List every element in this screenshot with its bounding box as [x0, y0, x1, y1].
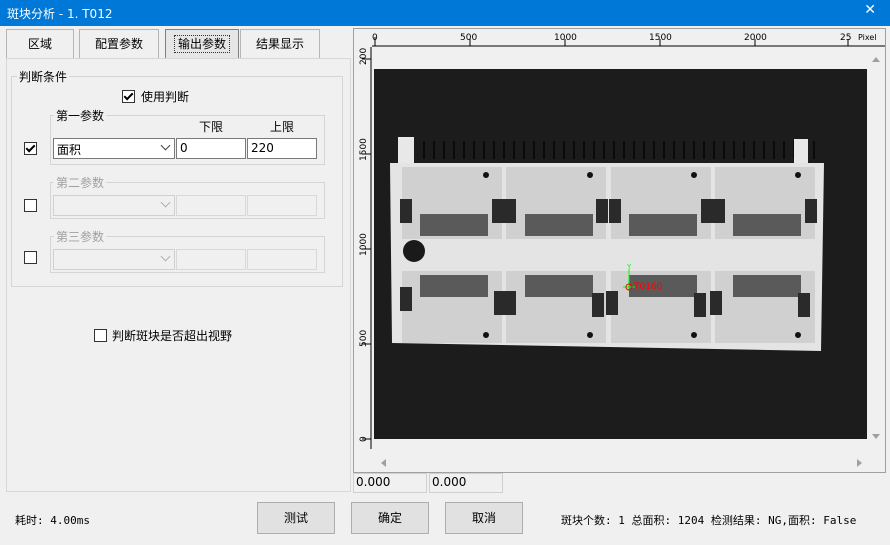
tab-config-label: 配置参数 — [94, 37, 143, 51]
param3-select[interactable] — [53, 249, 175, 270]
tab-result-display[interactable]: 结果显示 — [240, 29, 320, 59]
outside-view-checkbox[interactable] — [94, 329, 107, 342]
ruler-y-tick-1500: 1500 — [359, 138, 369, 161]
lower-limit-header: 下限 — [199, 120, 224, 134]
tab-region-label: 区域 — [27, 37, 52, 51]
ruler-x-tick-2000: 2000 — [744, 33, 767, 43]
param3-title: 第三参数 — [54, 228, 107, 245]
image-viewer[interactable]: 0 500 1000 1500 2000 25 Pixel 200 1500 1… — [353, 28, 886, 473]
ok-button[interactable]: 确定 — [351, 502, 429, 534]
param3-checkbox[interactable] — [24, 251, 37, 264]
chevron-down-icon — [160, 140, 171, 151]
test-button[interactable]: 测试 — [257, 502, 335, 534]
param2-upper-input[interactable] — [247, 195, 317, 216]
param2-title: 第二参数 — [54, 174, 107, 191]
param2-checkbox[interactable] — [24, 199, 37, 212]
upper-limit-header: 上限 — [270, 120, 295, 134]
param3-lower-input[interactable] — [176, 249, 246, 270]
svg-text:Y: Y — [626, 263, 632, 271]
ruler-unit: Pixel — [858, 33, 877, 42]
tab-result-label: 结果显示 — [255, 37, 304, 51]
outside-view-label: 判断斑块是否超出视野 — [112, 329, 233, 343]
blob-label: T0160 — [633, 282, 663, 292]
ruler-y-tick-1000: 1000 — [359, 233, 369, 256]
tab-region[interactable]: 区域 — [6, 29, 74, 59]
coord-x-box: 0.000 — [353, 473, 427, 493]
elapsed-time: 耗时: 4.00ms — [15, 514, 90, 527]
coord-x-value: 0.000 — [356, 475, 391, 489]
tab-bar: 区域 配置参数 输出参数 结果显示 — [6, 29, 342, 59]
ruler-y-tick-200: 200 — [359, 48, 369, 65]
cancel-button[interactable]: 取消 — [445, 502, 523, 534]
use-judge-label: 使用判断 — [141, 90, 190, 104]
ruler-x-tick-1500: 1500 — [649, 33, 672, 43]
ruler-x-tick-0: 0 — [372, 33, 378, 43]
ruler-x-tick-1000: 1000 — [554, 33, 577, 43]
param3-upper-input[interactable] — [247, 249, 317, 270]
window-title: 斑块分析 - 1. T012 — [7, 7, 113, 21]
param2-select[interactable] — [53, 195, 175, 216]
image-viewer-canvas: 0 500 1000 1500 2000 25 Pixel 200 1500 1… — [354, 29, 885, 472]
param1-selected-value: 面积 — [57, 143, 82, 157]
param1-lower-input[interactable]: 0 — [176, 138, 246, 159]
output-params-panel: 判断条件 使用判断 第一参数 下限 上限 面积 0 220 第二参数 第三参数 … — [6, 58, 351, 492]
param1-title: 第一参数 — [54, 107, 107, 124]
close-icon[interactable]: ✕ — [864, 2, 876, 18]
horizontal-scrollbar[interactable] — [372, 454, 867, 472]
param1-checkbox[interactable] — [24, 142, 37, 155]
chevron-down-icon — [160, 197, 171, 208]
chevron-down-icon — [160, 251, 171, 262]
tab-config-params[interactable]: 配置参数 — [79, 29, 159, 59]
judge-condition-title: 判断条件 — [17, 68, 70, 85]
param1-upper-input[interactable]: 220 — [247, 138, 317, 159]
tab-output-params[interactable]: 输出参数 — [165, 29, 239, 59]
ruler-x-tick-25: 25 — [840, 33, 851, 43]
tab-output-label: 输出参数 — [173, 35, 231, 53]
vertical-scrollbar[interactable] — [867, 47, 885, 449]
coord-y-box: 0.000 — [429, 473, 503, 493]
connector-part — [390, 137, 824, 351]
param1-upper-value: 220 — [251, 141, 274, 155]
ruler-y-tick-500: 500 — [359, 330, 369, 347]
ruler-x-tick-500: 500 — [460, 33, 477, 43]
param2-lower-input[interactable] — [176, 195, 246, 216]
title-bar: 斑块分析 - 1. T012 ✕ — [0, 0, 890, 26]
param1-lower-value: 0 — [180, 141, 188, 155]
param1-select[interactable]: 面积 — [53, 138, 175, 159]
coord-y-value: 0.000 — [432, 475, 467, 489]
ruler-top — [354, 29, 885, 47]
ruler-y-tick-0: 0 — [359, 436, 369, 442]
result-summary: 斑块个数: 1 总面积: 1204 检测结果: NG,面积: False — [561, 514, 857, 527]
use-judge-checkbox[interactable] — [122, 90, 135, 103]
